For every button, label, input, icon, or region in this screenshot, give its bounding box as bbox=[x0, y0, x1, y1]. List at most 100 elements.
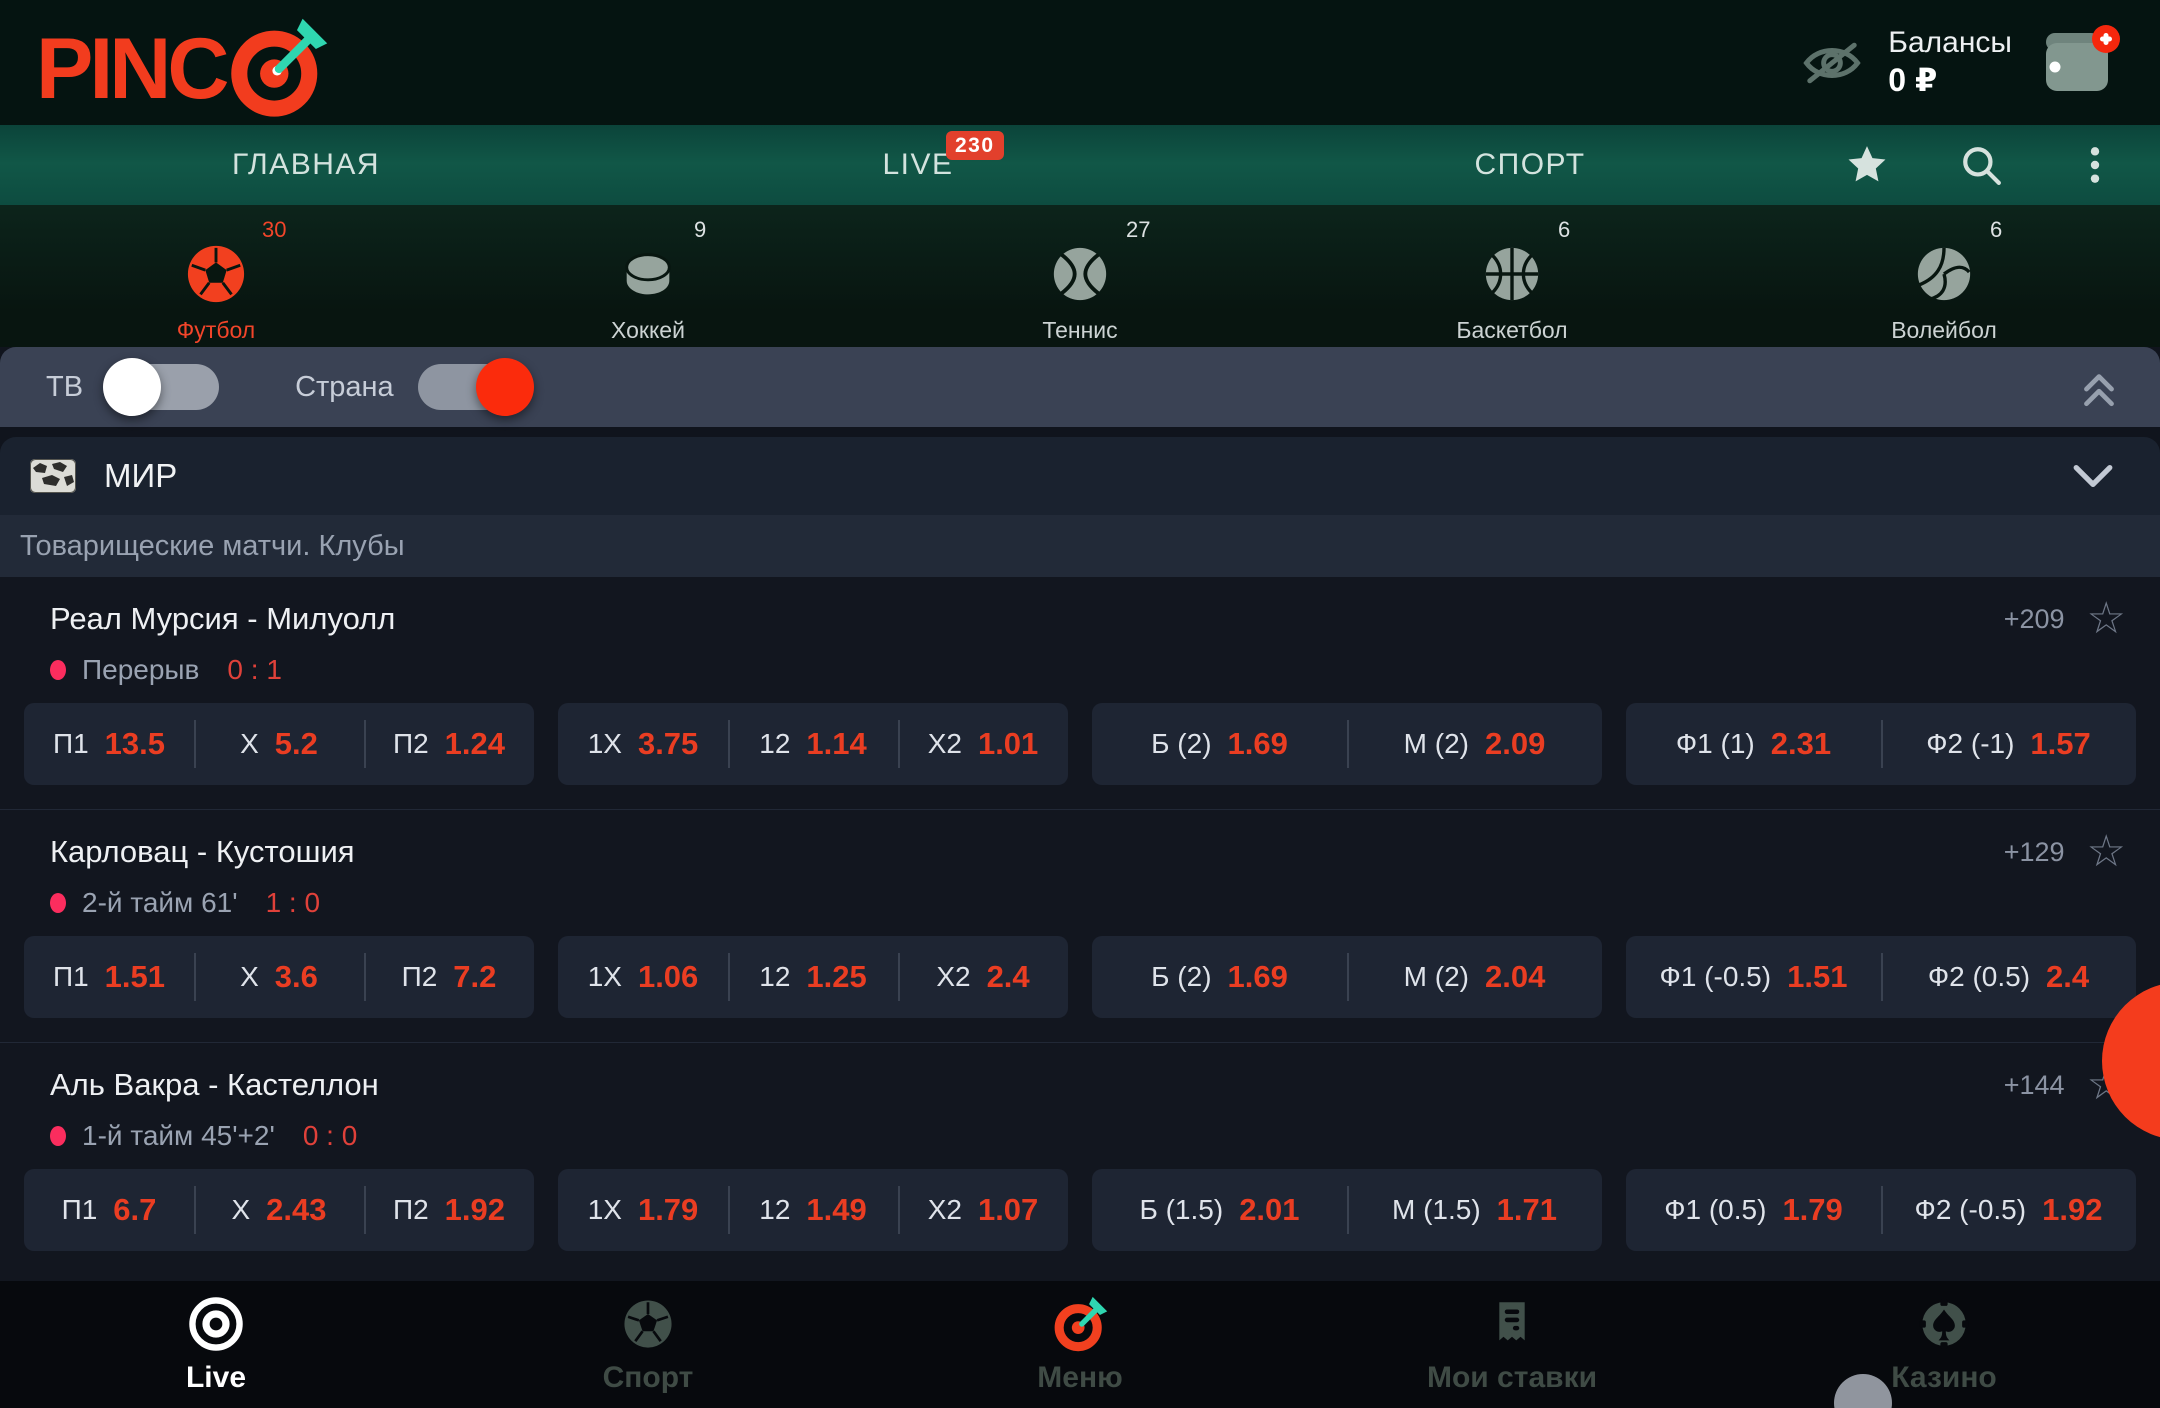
odds-cell[interactable]: Ф1 (0.5) 1.79 bbox=[1626, 1169, 1881, 1251]
tv-toggle[interactable] bbox=[107, 364, 219, 410]
odds-value: 13.5 bbox=[105, 726, 165, 762]
odds-value: 1.57 bbox=[2030, 726, 2090, 762]
tab-sport[interactable]: СПОРТ bbox=[1224, 125, 1836, 205]
odds-label: Ф1 (0.5) bbox=[1664, 1194, 1766, 1226]
odds-value: 1.79 bbox=[1782, 1192, 1842, 1228]
tab-live[interactable]: LIVE 230 bbox=[612, 125, 1224, 205]
odds-cell[interactable]: М (1.5)1.71 bbox=[1347, 1169, 1602, 1251]
match-status: 2-й тайм 61' 1 : 0 bbox=[50, 886, 2160, 920]
odds-row: П11.51 Х3.6 П2 7.2 1Х1.06 121.25 Х22.4 Б … bbox=[0, 920, 2160, 1042]
league-name: Товарищеские матчи. Клубы bbox=[20, 530, 405, 563]
more-markets-count[interactable]: +209 bbox=[2004, 604, 2065, 635]
odds-value: 1.24 bbox=[445, 726, 505, 762]
odds-cell[interactable]: 1Х1.79 bbox=[558, 1169, 728, 1251]
favorite-star-icon[interactable]: ☆ bbox=[2087, 830, 2126, 874]
odds-group-double-chance: 1Х3.75 121.14 Х21.01 bbox=[558, 703, 1068, 785]
odds-label: Ф1 (1) bbox=[1676, 728, 1755, 760]
odds-cell[interactable]: Х21.07 bbox=[898, 1169, 1068, 1251]
sport-label: Баскетбол bbox=[1456, 317, 1567, 344]
odds-cell[interactable]: Х22.4 bbox=[898, 936, 1068, 1018]
odds-cell[interactable]: П2 7.2 bbox=[364, 936, 534, 1018]
football-icon bbox=[185, 243, 247, 305]
sport-item-volleyball[interactable]: 6 Волейбол bbox=[1728, 205, 2160, 347]
odds-group-1x2: П16.7 Х2.43 П2 1.92 bbox=[24, 1169, 534, 1251]
odds-value: 7.2 bbox=[453, 959, 496, 995]
odds-cell[interactable]: П16.7 bbox=[24, 1169, 194, 1251]
odds-cell[interactable]: П2 1.92 bbox=[364, 1169, 534, 1251]
odds-cell[interactable]: П113.5 bbox=[24, 703, 194, 785]
sport-item-tennis[interactable]: 27 Теннис bbox=[864, 205, 1296, 347]
odds-label: 1Х bbox=[588, 1194, 622, 1226]
balance-label: Балансы bbox=[1888, 25, 2012, 61]
odds-label: П2 bbox=[393, 1194, 429, 1226]
bottom-nav-live[interactable]: Live bbox=[0, 1281, 432, 1408]
odds-label: П2 bbox=[402, 961, 438, 993]
region-header-mir[interactable]: МИР bbox=[0, 437, 2160, 515]
odds-cell[interactable]: 121.49 bbox=[728, 1169, 898, 1251]
odds-cell[interactable]: Ф1 (-0.5)1.51 bbox=[1626, 936, 1881, 1018]
sport-item-basketball[interactable]: 6 Баскетбол bbox=[1296, 205, 1728, 347]
odds-value: 1.51 bbox=[105, 959, 165, 995]
tab-glavnaya[interactable]: ГЛАВНАЯ bbox=[0, 125, 612, 205]
odds-value: 1.92 bbox=[445, 1192, 505, 1228]
odds-group-total: Б (1.5)2.01 М (1.5)1.71 bbox=[1092, 1169, 1602, 1251]
more-markets-count[interactable]: +144 bbox=[2004, 1070, 2065, 1101]
sport-item-hockey[interactable]: 9 Хоккей bbox=[432, 205, 864, 347]
status-text: Перерыв bbox=[82, 654, 199, 686]
odds-cell[interactable]: Х21.01 bbox=[898, 703, 1068, 785]
odds-value: 5.2 bbox=[275, 726, 318, 762]
odds-cell[interactable]: П21.24 bbox=[364, 703, 534, 785]
bottom-nav-label: Казино bbox=[1891, 1361, 1997, 1395]
more-menu-dots-icon[interactable] bbox=[2074, 144, 2116, 186]
odds-cell[interactable]: Б (2)1.69 bbox=[1092, 703, 1347, 785]
bottom-nav: Live Спорт Меню bbox=[0, 1281, 2160, 1408]
live-dot bbox=[50, 660, 66, 680]
odds-cell[interactable]: П11.51 bbox=[24, 936, 194, 1018]
bottom-nav-casino[interactable]: Казино bbox=[1728, 1281, 2160, 1408]
odds-cell[interactable]: Б (2)1.69 bbox=[1092, 936, 1347, 1018]
odds-cell[interactable]: Ф2 (0.5)2.4 bbox=[1881, 936, 2136, 1018]
odds-cell[interactable]: 1Х3.75 bbox=[558, 703, 728, 785]
odds-cell[interactable]: 1Х1.06 bbox=[558, 936, 728, 1018]
collapse-all-chevrons-icon[interactable] bbox=[2076, 364, 2122, 410]
odds-cell[interactable]: Х5.2 bbox=[194, 703, 364, 785]
odds-cell[interactable]: Х3.6 bbox=[194, 936, 364, 1018]
odds-value: 1.71 bbox=[1497, 1192, 1557, 1228]
odds-cell[interactable]: 121.25 bbox=[728, 936, 898, 1018]
bottom-nav-my-bets[interactable]: Мои ставки bbox=[1296, 1281, 1728, 1408]
tab-sport-label: СПОРТ bbox=[1474, 148, 1585, 182]
live-dot bbox=[50, 1126, 66, 1146]
bottom-nav-sport[interactable]: Спорт bbox=[432, 1281, 864, 1408]
odds-cell[interactable]: Х2.43 bbox=[194, 1169, 364, 1251]
odds-cell[interactable]: Ф2 (-1)1.57 bbox=[1881, 703, 2136, 785]
odds-cell[interactable]: М (2)2.04 bbox=[1347, 936, 1602, 1018]
match-teams[interactable]: Карловац - Кустошия bbox=[50, 832, 355, 872]
hide-balance-eye-icon[interactable] bbox=[1802, 38, 1862, 88]
sport-item-football[interactable]: 30 Футбол bbox=[0, 205, 432, 347]
match-list: Реал Мурсия - Милуолл +209 ☆ Перерыв 0 :… bbox=[0, 577, 2160, 1283]
odds-cell[interactable]: 121.14 bbox=[728, 703, 898, 785]
odds-row: П16.7 Х2.43 П21.92 1Х1.79 121.49 Х21.07 … bbox=[0, 1153, 2160, 1275]
region-name: МИР bbox=[104, 457, 177, 495]
bottom-nav-label: Меню bbox=[1037, 1361, 1122, 1395]
country-toggle[interactable] bbox=[418, 364, 530, 410]
sport-count: 6 bbox=[1558, 217, 1570, 243]
favorite-star-icon[interactable]: ☆ bbox=[2087, 597, 2126, 641]
search-icon[interactable] bbox=[1960, 144, 2002, 186]
odds-cell[interactable]: Б (1.5)2.01 bbox=[1092, 1169, 1347, 1251]
balance-area: Балансы 0 ₽ bbox=[1802, 25, 2124, 101]
match-teams[interactable]: Аль Вакра - Кастеллон bbox=[50, 1065, 379, 1105]
odds-cell[interactable]: М (2)2.09 bbox=[1347, 703, 1602, 785]
more-markets-count[interactable]: +129 bbox=[2004, 837, 2065, 868]
favorites-star-icon[interactable] bbox=[1846, 144, 1888, 186]
odds-group-handicap: Ф1 (0.5) 1.79 Ф2 (-0.5)1.92 bbox=[1626, 1169, 2136, 1251]
match-teams[interactable]: Реал Мурсия - Милуолл bbox=[50, 599, 395, 639]
sport-label: Теннис bbox=[1042, 317, 1117, 344]
odds-cell[interactable]: Ф1 (1)2.31 bbox=[1626, 703, 1881, 785]
deposit-wallet-button[interactable] bbox=[2038, 25, 2124, 101]
bottom-nav-menu[interactable]: Меню bbox=[864, 1281, 1296, 1408]
tennis-ball-icon bbox=[1049, 243, 1111, 305]
odds-cell[interactable]: Ф2 (-0.5)1.92 bbox=[1881, 1169, 2136, 1251]
chevron-down-icon[interactable] bbox=[2072, 463, 2114, 489]
pinco-logo[interactable]: PINC bbox=[36, 15, 331, 111]
